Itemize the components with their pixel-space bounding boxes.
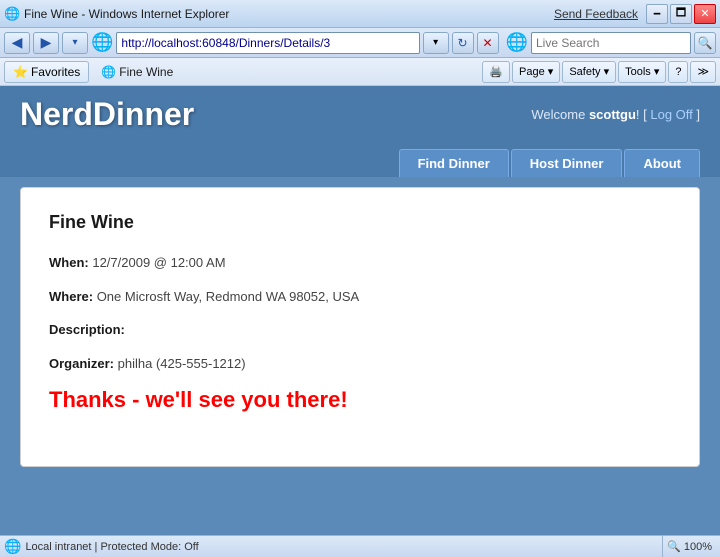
dropdown-url-button[interactable]: ▾ (423, 32, 449, 54)
safety-label: Safety ▾ (569, 65, 609, 78)
page-button[interactable]: Page ▾ (512, 61, 560, 83)
address-bar: ◀ ▶ ▾ 🌐 ▾ ↻ ✕ 🌐 🔍 (0, 28, 720, 58)
when-label: When: (49, 255, 89, 270)
favorites-label: Favorites (31, 65, 80, 79)
thanks-message: Thanks - we'll see you there! (49, 387, 671, 413)
dinner-where: Where: One Microsft Way, Redmond WA 9805… (49, 287, 671, 307)
close-button[interactable]: ✕ (694, 4, 716, 24)
fav-item-label: Fine Wine (119, 65, 173, 79)
tools-extra-button[interactable]: ≫ (690, 61, 716, 83)
minimize-button[interactable]: 🗕 (646, 4, 668, 24)
search-button[interactable]: 🔍 (694, 32, 716, 54)
organizer-value: philha (425-555-1212) (118, 356, 246, 371)
username: scottgu (589, 107, 636, 122)
help-label: ? (675, 66, 681, 78)
status-icon: 🌐 (4, 538, 21, 555)
send-feedback-link[interactable]: Send Feedback (554, 7, 638, 21)
print-button[interactable]: 🖨️ (482, 61, 510, 83)
favorites-button[interactable]: ⭐ Favorites (4, 61, 89, 83)
where-value: One Microsft Way, Redmond WA 98052, USA (97, 289, 360, 304)
app-title: NerdDinner (20, 96, 194, 133)
dinner-title: Fine Wine (49, 212, 671, 233)
zoom-control[interactable]: 🔍 100% (662, 536, 716, 557)
description-label: Description: (49, 322, 125, 337)
nav-about[interactable]: About (624, 149, 700, 177)
stop-button[interactable]: ✕ (477, 32, 499, 54)
status-bar: 🌐 Local intranet | Protected Mode: Off 🔍… (0, 535, 720, 557)
dinner-organizer: Organizer: philha (425-555-1212) (49, 354, 671, 374)
ie-fav-icon: 🌐 (101, 65, 116, 79)
where-label: Where: (49, 289, 93, 304)
fav-fine-wine[interactable]: 🌐 Fine Wine (93, 61, 181, 83)
star-icon: ⭐ (13, 65, 28, 79)
forward-button[interactable]: ▶ (33, 32, 59, 54)
when-value: 12/7/2009 @ 12:00 AM (92, 255, 225, 270)
tools-label: Tools ▾ (625, 65, 659, 78)
help-button[interactable]: ? (668, 61, 688, 83)
window-controls: 🗕 🗖 ✕ (646, 4, 716, 24)
browser-content: NerdDinner Welcome scottgu! [ Log Off ] … (0, 86, 720, 535)
refresh-button[interactable]: ↻ (452, 32, 474, 54)
nav-bar: Find Dinner Host Dinner About (0, 143, 720, 177)
dinner-when: When: 12/7/2009 @ 12:00 AM (49, 253, 671, 273)
dropdown-button[interactable]: ▾ (62, 32, 88, 54)
zoom-label: 🔍 100% (667, 540, 712, 553)
title-bar-text: Fine Wine - Windows Internet Explorer (24, 7, 554, 21)
title-bar: 🌐 Fine Wine - Windows Internet Explorer … (0, 0, 720, 28)
dinner-description: Description: (49, 320, 671, 340)
user-info: Welcome scottgu! [ Log Off ] (531, 107, 700, 122)
toolbar-right: 🖨️ Page ▾ Safety ▾ Tools ▾ ? ≫ (482, 61, 716, 83)
nav-host-dinner[interactable]: Host Dinner (511, 149, 623, 177)
back-button[interactable]: ◀ (4, 32, 30, 54)
maximize-button[interactable]: 🗖 (670, 4, 692, 24)
dinner-card: Fine Wine When: 12/7/2009 @ 12:00 AM Whe… (20, 187, 700, 467)
address-input[interactable] (116, 32, 419, 54)
organizer-label: Organizer: (49, 356, 114, 371)
page-label: Page ▾ (519, 65, 553, 78)
nav-find-dinner[interactable]: Find Dinner (399, 149, 509, 177)
tools-button[interactable]: Tools ▾ (618, 61, 666, 83)
ie-logo: 🌐 (91, 32, 113, 53)
app-header: NerdDinner Welcome scottgu! [ Log Off ] (0, 86, 720, 143)
log-off-link[interactable]: Log Off (650, 107, 692, 122)
favorites-bar: ⭐ Favorites 🌐 Fine Wine 🖨️ Page ▾ Safety… (0, 58, 720, 86)
ie-logo-right: 🌐 (506, 32, 528, 53)
browser-icon: 🌐 (4, 6, 20, 22)
live-search-input[interactable] (531, 32, 691, 54)
safety-button[interactable]: Safety ▾ (562, 61, 616, 83)
welcome-text: Welcome (531, 107, 589, 122)
content-area: Fine Wine When: 12/7/2009 @ 12:00 AM Whe… (0, 177, 720, 535)
status-text: Local intranet | Protected Mode: Off (25, 541, 658, 553)
